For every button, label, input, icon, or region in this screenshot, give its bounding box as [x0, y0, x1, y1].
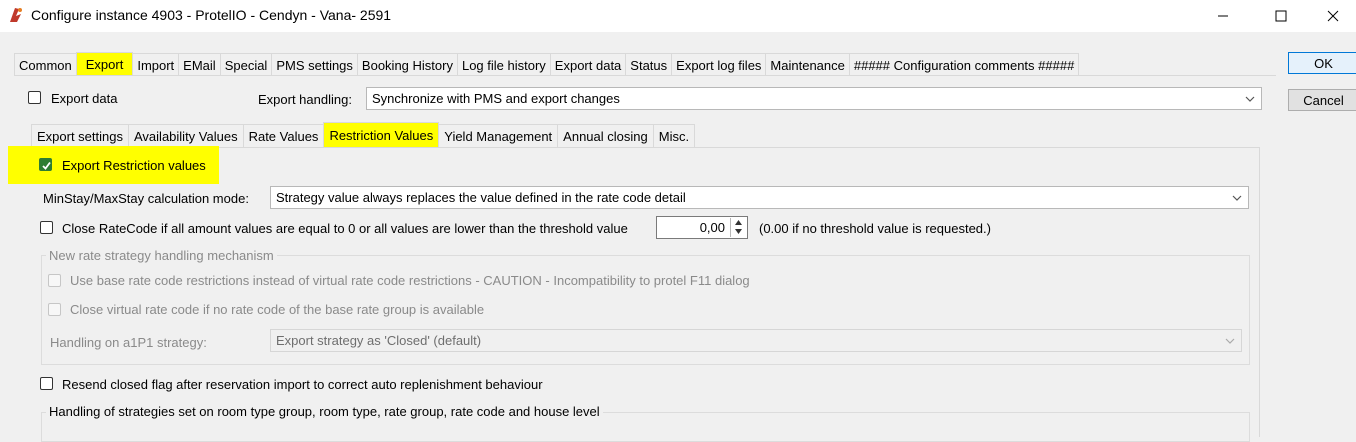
subtab-misc[interactable]: Misc.	[652, 124, 696, 148]
subtab-availability-values[interactable]: Availability Values	[128, 124, 244, 148]
tab-booking-history[interactable]: Booking History	[356, 53, 458, 76]
window-title: Configure instance 4903 - ProtelIO - Cen…	[31, 7, 392, 23]
resend-closed-flag-label: Resend closed flag after reservation imp…	[62, 377, 543, 392]
chevron-down-icon	[1245, 96, 1255, 102]
export-data-label: Export data	[51, 91, 118, 106]
close-ratecode-label: Close RateCode if all amount values are …	[62, 221, 628, 236]
handling-strategies-legend: Handling of strategies set on room type …	[46, 404, 603, 419]
close-icon	[1327, 10, 1339, 22]
export-data-checkbox[interactable]	[28, 91, 41, 104]
chevron-down-icon	[1225, 338, 1235, 344]
tab-pms-settings[interactable]: PMS settings	[271, 53, 358, 76]
close-virtual-ratecode-checkbox[interactable]	[48, 303, 61, 316]
main-tabs: Common Export Import EMail Special PMS s…	[14, 52, 1080, 76]
use-base-restrictions-label: Use base rate code restrictions instead …	[70, 273, 750, 288]
cancel-button[interactable]: Cancel	[1288, 89, 1356, 111]
export-restriction-checkbox[interactable]	[39, 158, 52, 171]
tab-import[interactable]: Import	[132, 53, 180, 76]
tab-special[interactable]: Special	[219, 53, 273, 76]
tab-status[interactable]: Status	[625, 53, 673, 76]
minstay-mode-value: Strategy value always replaces the value…	[276, 190, 686, 205]
maximize-icon	[1275, 10, 1287, 22]
subtab-annual-closing[interactable]: Annual closing	[557, 124, 654, 148]
minstay-mode-select[interactable]: Strategy value always replaces the value…	[270, 186, 1249, 209]
threshold-value: 0,00	[699, 220, 725, 235]
use-base-restrictions-checkbox[interactable]	[48, 274, 61, 287]
minimize-button[interactable]	[1200, 0, 1246, 32]
maximize-button[interactable]	[1258, 0, 1304, 32]
close-virtual-ratecode-label: Close virtual rate code if no rate code …	[70, 302, 485, 317]
minstay-mode-label: MinStay/MaxStay calculation mode:	[43, 191, 249, 206]
new-mechanism-legend: New rate strategy handling mechanism	[46, 248, 277, 263]
subtab-restriction-values[interactable]: Restriction Values	[323, 122, 440, 148]
subtab-page-right-border	[1259, 147, 1260, 437]
subtab-yield-management[interactable]: Yield Management	[438, 124, 559, 148]
export-handling-select[interactable]: Synchronize with PMS and export changes	[366, 87, 1262, 110]
subtab-rate-values[interactable]: Rate Values	[242, 124, 325, 148]
tab-export-log-files[interactable]: Export log files	[671, 53, 767, 76]
stepper-up-icon[interactable]	[731, 218, 746, 227]
tab-common[interactable]: Common	[14, 53, 77, 76]
resend-closed-flag-checkbox[interactable]	[40, 377, 53, 390]
tab-export-data[interactable]: Export data	[549, 53, 627, 76]
threshold-hint: (0.00 if no threshold value is requested…	[759, 221, 991, 236]
chevron-down-icon	[1232, 195, 1242, 201]
threshold-stepper[interactable]: 0,00	[656, 216, 748, 239]
ok-button[interactable]: OK	[1288, 52, 1356, 74]
app-icon	[10, 8, 22, 22]
stepper-down-icon[interactable]	[731, 227, 746, 236]
export-handling-label: Export handling:	[258, 92, 352, 107]
a1p1-strategy-label: Handling on a1P1 strategy:	[50, 335, 207, 350]
a1p1-strategy-select[interactable]: Export strategy as 'Closed' (default)	[270, 329, 1242, 352]
checkmark-icon	[42, 161, 51, 170]
minimize-icon	[1218, 15, 1228, 17]
close-ratecode-checkbox[interactable]	[40, 221, 53, 234]
tab-log-file-history[interactable]: Log file history	[456, 53, 551, 76]
export-subtabs: Export settings Availability Values Rate…	[31, 122, 696, 148]
export-handling-value: Synchronize with PMS and export changes	[372, 91, 620, 106]
tab-page-border	[14, 75, 1276, 76]
title-bar: Configure instance 4903 - ProtelIO - Cen…	[0, 0, 1356, 32]
tab-maintenance[interactable]: Maintenance	[765, 53, 850, 76]
tab-email[interactable]: EMail	[178, 53, 221, 76]
close-button[interactable]	[1310, 0, 1356, 32]
stepper-arrows[interactable]	[730, 218, 746, 237]
tab-configuration-comments[interactable]: ##### Configuration comments #####	[848, 53, 1080, 76]
subtab-export-settings[interactable]: Export settings	[31, 124, 129, 148]
export-restriction-label: Export Restriction values	[62, 158, 206, 173]
a1p1-strategy-value: Export strategy as 'Closed' (default)	[276, 333, 482, 348]
tab-export[interactable]: Export	[75, 52, 134, 76]
